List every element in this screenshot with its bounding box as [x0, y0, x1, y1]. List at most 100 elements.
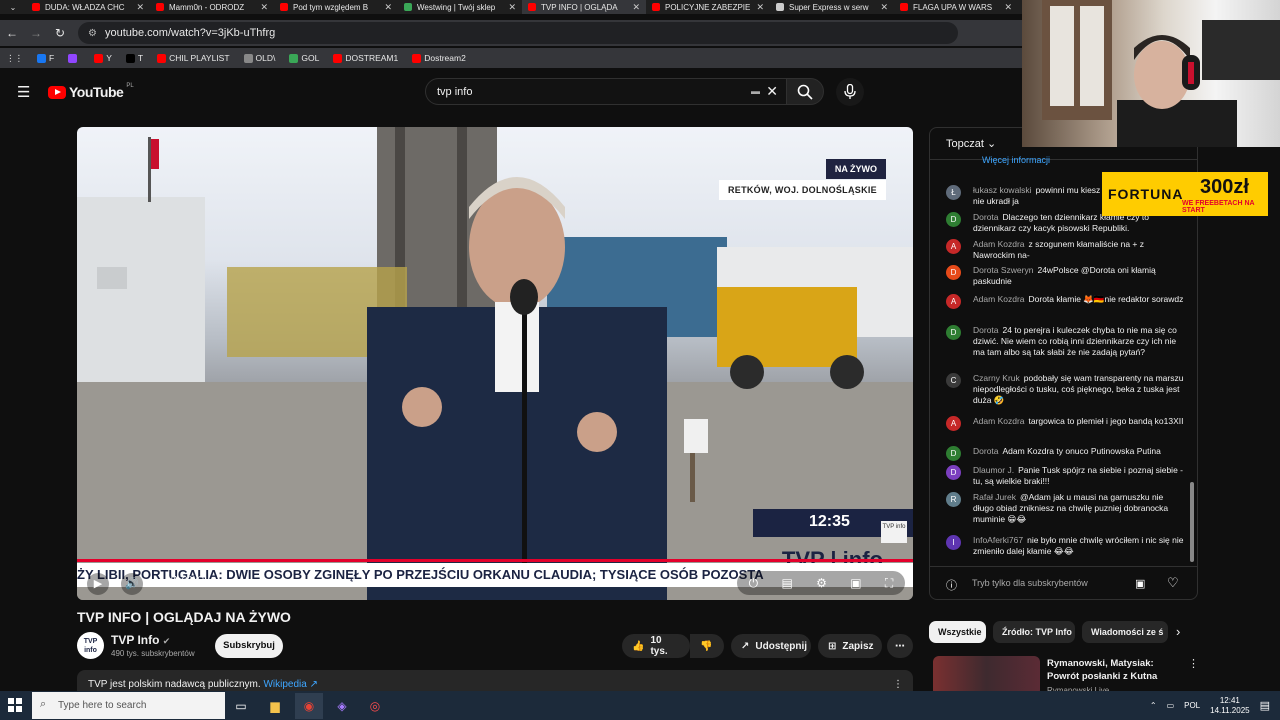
- bookmark-item[interactable]: [68, 53, 80, 63]
- captions-icon[interactable]: ▤: [781, 576, 792, 590]
- filter-chip[interactable]: Źródło: TVP Info: [993, 621, 1075, 643]
- wikipedia-link[interactable]: Wikipedia ↗: [263, 679, 318, 690]
- bookmark-item[interactable]: F: [37, 53, 54, 63]
- bookmark-item[interactable]: Dostream2: [412, 53, 466, 63]
- chat-author[interactable]: Rafał Jurek: [973, 492, 1016, 502]
- clear-search-icon[interactable]: ✕: [766, 83, 778, 100]
- notifications-icon[interactable]: ▤: [1260, 699, 1270, 712]
- chat-message[interactable]: A Adam Kozdra z szogunem kłamaliście na + …: [946, 239, 1186, 261]
- bookmark-item[interactable]: Y: [94, 53, 112, 63]
- chat-message[interactable]: D Dorota Szweryn 24wPolsce @Dorota oni kła…: [946, 265, 1186, 287]
- related-video-thumbnail[interactable]: [933, 656, 1040, 696]
- chat-author[interactable]: Dorota Szweryn: [973, 265, 1033, 275]
- super-chat-icon[interactable]: ▣: [1135, 577, 1145, 590]
- back-button[interactable]: ←: [0, 26, 24, 40]
- chrome-icon[interactable]: ◉: [295, 693, 323, 719]
- chat-message[interactable]: D Dorota 24 to perejra i kuleczek chyba to…: [946, 325, 1186, 358]
- chat-author[interactable]: Adam Kozdra: [973, 294, 1025, 304]
- network-icon[interactable]: ▭: [1167, 701, 1175, 710]
- chat-author[interactable]: Adam Kozdra: [973, 416, 1025, 426]
- site-info-icon[interactable]: ⚙: [88, 28, 97, 39]
- fullscreen-icon[interactable]: ⛶: [885, 576, 893, 591]
- more-actions-button[interactable]: ⋯: [887, 634, 913, 658]
- chat-message[interactable]: A Adam Kozdra Dorota kłamie 🦊🇩🇪nie redakto…: [946, 294, 1186, 309]
- voice-search-button[interactable]: [836, 78, 864, 106]
- tab-close-icon[interactable]: ✕: [508, 2, 516, 13]
- autoplay-toggle-icon[interactable]: ⏻: [749, 576, 759, 591]
- chat-scrollbar[interactable]: [1190, 482, 1194, 562]
- bookmark-item[interactable]: DOSTREAM1: [333, 53, 398, 63]
- filter-chip[interactable]: Wszystkie: [929, 621, 986, 643]
- tab-close-icon[interactable]: ✕: [880, 2, 888, 13]
- browser-tab[interactable]: FLAGA UPA W WARS ✕: [894, 0, 1018, 14]
- settings-gear-icon[interactable]: ⚙: [816, 576, 827, 590]
- forward-button[interactable]: →: [24, 26, 48, 40]
- bookmark-item[interactable]: T: [125, 53, 143, 63]
- bookmark-item[interactable]: CHIL PLAYLIST: [157, 53, 230, 63]
- miniplayer-icon[interactable]: ▣: [850, 576, 861, 590]
- language-indicator[interactable]: POL: [1184, 701, 1200, 710]
- more-info-link[interactable]: Więcej informacji: [982, 155, 1050, 165]
- taskbar-search-input[interactable]: ⌕ Type here to search: [32, 692, 225, 719]
- file-explorer-icon[interactable]: ▆: [261, 693, 289, 719]
- tab-close-icon[interactable]: ✕: [384, 2, 392, 13]
- tab-close-icon[interactable]: ✕: [632, 2, 640, 13]
- filter-chip[interactable]: Wiadomości ze ś: [1082, 621, 1168, 643]
- tab-close-icon[interactable]: ✕: [136, 2, 144, 13]
- discord-icon[interactable]: ◈: [328, 693, 356, 719]
- related-menu-icon[interactable]: ⋮: [1188, 657, 1199, 670]
- chat-message[interactable]: C Czarny Kruk podobały się wam transparent…: [946, 373, 1186, 406]
- chat-message[interactable]: A Adam Kozdra targowica to plemieł i jego …: [946, 416, 1186, 431]
- dislike-button[interactable]: 👎: [690, 634, 724, 658]
- share-button[interactable]: ↗ Udostępnij: [731, 634, 811, 658]
- chat-message[interactable]: D Dorota Adam Kozdra ty onuco Putinowska P…: [946, 446, 1186, 461]
- chat-message[interactable]: R Rafał Jurek @Adam jak u mausi na garnusz…: [946, 492, 1186, 525]
- keyboard-icon[interactable]: ▬: [751, 86, 760, 96]
- bookmark-item[interactable]: OLD\: [243, 53, 275, 63]
- task-view-icon[interactable]: ▭: [227, 693, 255, 719]
- search-input[interactable]: tvp info ▬ ✕: [425, 78, 787, 105]
- volume-button[interactable]: 🔊: [121, 573, 143, 595]
- browser-tab[interactable]: Mamm0n - ODRODZ ✕: [150, 0, 274, 14]
- tray-chevron-icon[interactable]: ⌃: [1150, 701, 1157, 710]
- hamburger-menu-icon[interactable]: ☰: [17, 83, 30, 101]
- chat-author[interactable]: Dorota: [973, 212, 999, 222]
- video-player[interactable]: NA ŻYWO RETKÓW, WOJ. DOLNOŚLĄSKIE 12:35 …: [77, 127, 913, 600]
- chips-next-icon[interactable]: ›: [1176, 624, 1180, 639]
- tab-close-icon[interactable]: ✕: [260, 2, 268, 13]
- tab-close-icon[interactable]: ✕: [1004, 2, 1012, 13]
- chat-author[interactable]: łukasz kowalski: [973, 185, 1032, 195]
- chat-author[interactable]: Dorota: [973, 325, 999, 335]
- heart-icon[interactable]: ♡: [1167, 575, 1179, 591]
- subscribe-button[interactable]: Subskrybuj: [215, 634, 283, 658]
- info-icon[interactable]: ⓘ: [946, 577, 957, 593]
- browser-tab[interactable]: Super Express w serw ✕: [770, 0, 894, 14]
- apps-grid-icon[interactable]: ⋮⋮: [6, 53, 23, 64]
- tab-close-icon[interactable]: ✕: [756, 2, 764, 13]
- chat-author[interactable]: Dlaumor J.: [973, 465, 1014, 475]
- obs-icon[interactable]: ◎: [361, 693, 389, 719]
- browser-tab[interactable]: POLICYJNE ZABEZPIE ✕: [646, 0, 770, 14]
- save-button[interactable]: ⊞ Zapisz: [818, 634, 882, 658]
- search-button[interactable]: [786, 78, 824, 105]
- browser-tab[interactable]: Pod tym względem B ✕: [274, 0, 398, 14]
- play-button[interactable]: ▶: [87, 573, 109, 595]
- chat-message[interactable]: D Dlaumor J. Panie Tusk spójrz na siebie i…: [946, 465, 1186, 487]
- chat-author[interactable]: InfoAferki767: [973, 535, 1023, 545]
- browser-tab[interactable]: DUDA: WŁADZA CHC ✕: [26, 0, 150, 14]
- bookmark-item[interactable]: GOL: [289, 53, 319, 63]
- address-bar[interactable]: ⚙ youtube.com/watch?v=3jKb-uThfrg: [78, 22, 958, 44]
- browser-tab[interactable]: Westwing | Twój sklep ✕: [398, 0, 522, 14]
- chat-message[interactable]: I InfoAferki767 nie było mnie chwilę wróci…: [946, 535, 1186, 557]
- chat-author[interactable]: Adam Kozdra: [973, 239, 1025, 249]
- tab-search-chevron-icon[interactable]: ⌄: [0, 3, 26, 12]
- related-video-title[interactable]: Rymanowski, Matysiak: Powrót posłanki z …: [1047, 657, 1182, 683]
- description-menu-icon[interactable]: ⋮: [893, 679, 903, 690]
- browser-tab[interactable]: TVP INFO | OGLĄDA ✕: [522, 0, 646, 14]
- like-button[interactable]: 👍 10 tys.: [622, 634, 690, 658]
- windows-start-icon[interactable]: [8, 698, 22, 712]
- chat-author[interactable]: Dorota: [973, 446, 999, 456]
- channel-avatar[interactable]: TVP info: [77, 632, 104, 659]
- youtube-logo[interactable]: YouTube PL: [48, 83, 134, 100]
- channel-name[interactable]: TVP Info ✔: [111, 633, 170, 647]
